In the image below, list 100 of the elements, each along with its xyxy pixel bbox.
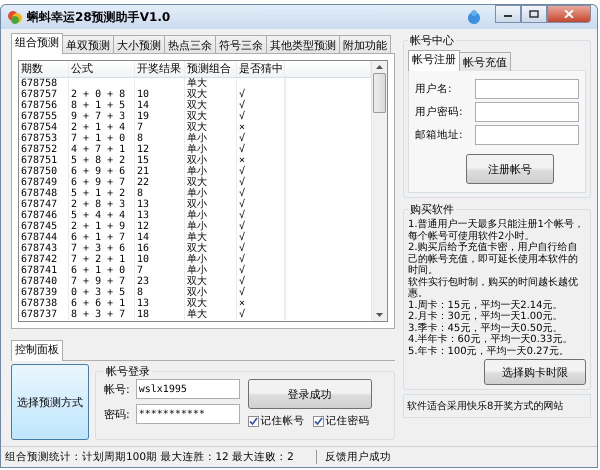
checkbox[interactable] — [312, 416, 324, 426]
table-cell: √ — [237, 133, 285, 144]
table-cell: 678738 — [19, 298, 69, 309]
table-cell: 0 + 3 + 5 — [69, 287, 135, 298]
table-cell: √ — [237, 210, 285, 221]
input-field[interactable] — [475, 102, 579, 122]
table-cell: 5 + 4 + 4 — [69, 210, 135, 221]
close-button[interactable] — [547, 5, 591, 23]
table-cell: 678739 — [19, 287, 69, 298]
input-field[interactable]: wslx1995 — [136, 379, 240, 399]
table-cell: 7 + 9 + 7 — [69, 276, 135, 287]
table-cell: 双小 — [185, 287, 237, 298]
table-cell: 14 — [135, 100, 185, 111]
table-cell: √ — [237, 232, 285, 243]
table-cell: 678753 — [19, 133, 69, 144]
scrollbar-thumb[interactable] — [373, 73, 386, 113]
table-cell: 12 — [135, 221, 185, 232]
table-cell: 8 — [135, 133, 185, 144]
table-cell: 5 + 8 + 2 — [69, 155, 135, 166]
table-cell: × — [237, 122, 285, 133]
field-label: 用户密码: — [415, 105, 463, 119]
register-button[interactable]: 注册帐号 — [466, 154, 554, 184]
tab[interactable]: 其他类型预测 — [266, 35, 340, 54]
field-label: 邮箱地址: — [415, 128, 463, 142]
table-cell: 单小 — [185, 265, 237, 276]
table-cell: 6 + 9 + 6 — [69, 166, 135, 177]
table-cell: 单小 — [185, 221, 237, 232]
input-field[interactable] — [475, 125, 579, 145]
table-cell: 678756 — [19, 100, 69, 111]
tab[interactable]: 帐号注册 — [408, 50, 460, 71]
status-text: 组合预测统计：计划周期100期 最大连胜：12 最大连败：2 — [5, 450, 294, 464]
info-text: 3.季卡：45元，平均一天0.50元。 — [408, 322, 564, 334]
tab[interactable]: 大小预测 — [113, 35, 165, 54]
status-text: 反馈用户成功 — [316, 450, 391, 464]
table-cell: √ — [237, 166, 285, 177]
checkbox[interactable] — [248, 416, 259, 426]
table-cell: 7 — [135, 122, 185, 133]
choose-card-button[interactable]: 选择购卡时限 — [484, 359, 586, 385]
table-cell: 双大 — [185, 89, 237, 100]
table-cell: √ — [237, 188, 285, 199]
table-cell: 6 + 1 + 0 — [69, 265, 135, 276]
login-button[interactable]: 登录成功 — [248, 379, 372, 409]
table-cell: 2 + 0 + 8 — [69, 89, 135, 100]
tab[interactable]: 控制面板 — [11, 340, 63, 361]
maximize-button[interactable] — [521, 5, 547, 23]
column-header: 是否猜中 — [237, 61, 285, 77]
table-cell: 678758 — [19, 78, 69, 89]
table-cell: 单小 — [185, 144, 237, 155]
table-cell: 21 — [135, 166, 185, 177]
field-label: 帐号: — [104, 382, 130, 396]
table-cell: 单小 — [185, 188, 237, 199]
table-cell: 678749 — [19, 177, 69, 188]
table-cell: 单大 — [185, 232, 237, 243]
column-header: 预测组合 — [185, 61, 237, 77]
table-cell: × — [237, 298, 285, 309]
tab[interactable]: 附加功能 — [339, 35, 391, 54]
input-field[interactable] — [475, 79, 579, 99]
table-cell: 22 — [135, 177, 185, 188]
group-title: 帐号中心 — [409, 33, 455, 48]
table-cell: 双大 — [185, 276, 237, 287]
tab[interactable]: 单双预测 — [62, 35, 114, 54]
app-logo-icon — [7, 9, 23, 25]
table-cell: 678744 — [19, 232, 69, 243]
table-cell: 678741 — [19, 265, 69, 276]
table-cell: 7 — [135, 265, 185, 276]
table-cell: √ — [237, 144, 285, 155]
info-text: 2.月卡：30元，平均一天1.00元。 — [408, 311, 564, 322]
choose-method-button[interactable]: 选择预测方式 — [11, 364, 89, 440]
table-cell: 双大 — [185, 243, 237, 254]
table-cell: 7 + 3 + 6 — [69, 243, 135, 254]
table-cell: 5 + 1 + 2 — [69, 188, 135, 199]
table-cell: 双大 — [185, 177, 237, 188]
tab[interactable]: 符号三余 — [215, 35, 267, 54]
tab[interactable]: 帐号充值 — [459, 52, 511, 71]
table-cell: √ — [237, 177, 285, 188]
table-cell: 单大 — [185, 309, 237, 320]
table-cell: √ — [237, 199, 285, 210]
table-cell: 6 + 9 + 7 — [69, 177, 135, 188]
table-cell: 19 — [135, 111, 185, 122]
minimize-button[interactable] — [495, 5, 521, 23]
table-cell: 678750 — [19, 166, 69, 177]
column-header: 公式 — [69, 61, 135, 77]
table-cell: 8 — [135, 188, 185, 199]
note-text: 软件适合采用快乐8开奖方式的网站 — [407, 401, 564, 412]
table-cell: 15 — [135, 155, 185, 166]
input-field[interactable]: *********** — [136, 404, 240, 424]
tab[interactable]: 热点三余 — [164, 35, 216, 54]
table-cell: 678754 — [19, 122, 69, 133]
table-cell: √ — [237, 265, 285, 276]
tab[interactable]: 组合预测 — [11, 33, 63, 54]
table-cell: 18 — [135, 309, 185, 320]
scrollbar[interactable] — [371, 61, 387, 321]
table-cell: 678742 — [19, 254, 69, 265]
table-cell: 6 + 6 + 1 — [69, 298, 135, 309]
table-cell: 678746 — [19, 210, 69, 221]
helper-icon — [467, 9, 481, 25]
table-cell: 4 + 7 + 1 — [69, 144, 135, 155]
table-cell: 2 + 8 + 3 — [69, 199, 135, 210]
table-cell: 单小 — [185, 210, 237, 221]
table-cell: 678737 — [19, 309, 69, 320]
